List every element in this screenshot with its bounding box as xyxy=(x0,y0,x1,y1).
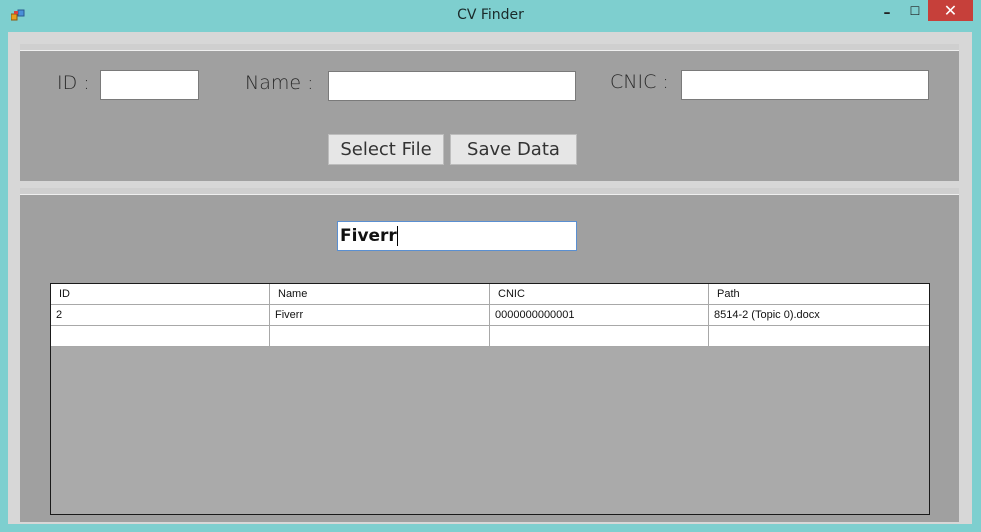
id-label: ID : xyxy=(57,72,90,94)
text-caret xyxy=(396,226,398,246)
table-row[interactable]: 2 Fiverr 0000000000001 8514-2 (Topic 0).… xyxy=(51,305,929,326)
maximize-button[interactable]: ☐ xyxy=(900,0,930,22)
search-panel: Fiverr ID Name CNIC Path 2 Fiverr 000000… xyxy=(20,188,959,522)
cell-path[interactable]: 8514-2 (Topic 0).docx xyxy=(709,305,929,325)
column-header-path[interactable]: Path xyxy=(709,284,929,304)
cell-cnic[interactable]: 0000000000001 xyxy=(490,305,709,325)
column-header-id[interactable]: ID xyxy=(51,284,270,304)
save-data-button[interactable]: Save Data xyxy=(450,134,577,165)
close-button[interactable]: ✕ xyxy=(928,0,973,21)
form-client-area: ID : Name : CNIC : Select File Save Data… xyxy=(8,32,972,524)
cell-name[interactable]: Fiverr xyxy=(270,305,490,325)
column-header-cnic[interactable]: CNIC xyxy=(490,284,709,304)
search-input[interactable]: Fiverr xyxy=(337,221,577,251)
grid-header-row: ID Name CNIC Path xyxy=(51,284,929,305)
cell-path[interactable] xyxy=(709,326,929,346)
cnic-input[interactable] xyxy=(681,70,929,100)
name-label: Name : xyxy=(245,72,314,94)
table-row-new[interactable] xyxy=(51,326,929,347)
entry-panel: ID : Name : CNIC : Select File Save Data xyxy=(20,44,959,181)
cell-cnic[interactable] xyxy=(490,326,709,346)
cell-name[interactable] xyxy=(270,326,490,346)
cell-id[interactable] xyxy=(51,326,270,346)
cell-id[interactable]: 2 xyxy=(51,305,270,325)
name-input[interactable] xyxy=(328,71,576,101)
cnic-label: CNIC : xyxy=(610,71,669,93)
id-input[interactable] xyxy=(100,70,199,100)
results-grid[interactable]: ID Name CNIC Path 2 Fiverr 0000000000001… xyxy=(50,283,930,515)
window-title: CV Finder xyxy=(457,7,524,23)
minimize-button[interactable]: – xyxy=(872,0,902,22)
select-file-button[interactable]: Select File xyxy=(328,134,444,165)
column-header-name[interactable]: Name xyxy=(270,284,490,304)
search-input-value: Fiverr xyxy=(340,226,397,246)
title-bar[interactable]: CV Finder – ☐ ✕ xyxy=(0,0,981,32)
